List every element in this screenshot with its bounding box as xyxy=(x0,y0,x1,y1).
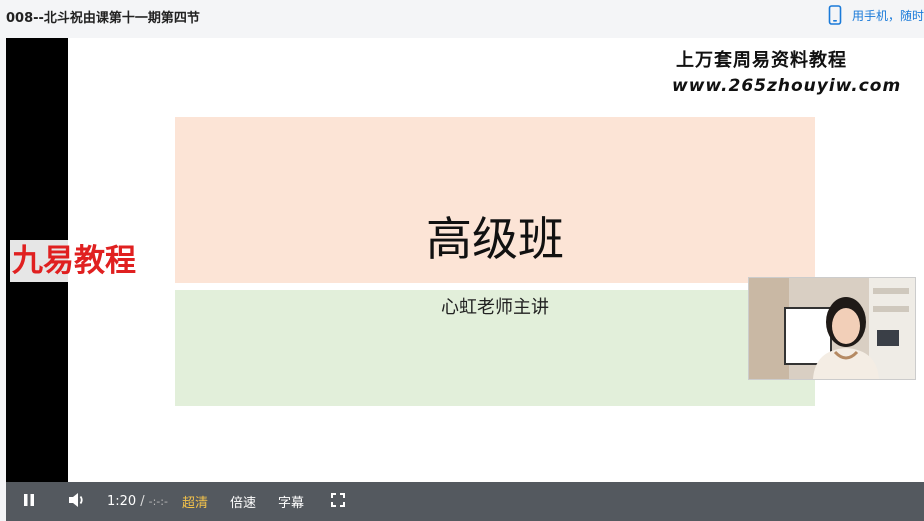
speed-button[interactable]: 倍速 xyxy=(230,482,256,521)
watermark-url: www.265zhouyiw.com xyxy=(672,76,902,96)
watermark-title: 上万套周易资料教程 xyxy=(676,50,847,71)
duration: -:-:- xyxy=(148,495,168,508)
pause-button[interactable] xyxy=(22,482,36,521)
fullscreen-button[interactable] xyxy=(330,482,346,521)
volume-button[interactable] xyxy=(67,482,87,521)
page-title: 008--北斗祝由课第十一期第四节 xyxy=(6,11,200,26)
top-bar: 008--北斗祝由课第十一期第四节 用手机，随时 xyxy=(0,0,924,38)
fullscreen-icon xyxy=(330,492,346,512)
pause-icon xyxy=(22,492,36,512)
current-time: 1:20 xyxy=(107,494,137,509)
phone-icon xyxy=(828,5,842,25)
time-separator: / xyxy=(140,494,145,509)
time-display: 1:20 / -:-:- xyxy=(107,482,168,521)
presenter-image xyxy=(749,278,915,379)
video-player[interactable]: 高级班 心虹老师主讲 上万套周易资料教程 www.265zhouyiw.com … xyxy=(6,38,924,521)
video-frame[interactable]: 高级班 心虹老师主讲 上万套周易资料教程 www.265zhouyiw.com xyxy=(68,38,924,482)
slide-subheading: 心虹老师主讲 xyxy=(441,297,549,318)
mobile-watch-label: 用手机，随时 xyxy=(851,8,924,23)
mobile-watch-link[interactable]: 用手机，随时 xyxy=(828,4,924,26)
slide-heading: 高级班 xyxy=(426,212,564,266)
quality-button[interactable]: 超清 xyxy=(182,482,208,521)
player-controls: 1:20 / -:-:- 超清 倍速 字幕 xyxy=(6,482,924,521)
subtitle-button[interactable]: 字幕 xyxy=(278,482,304,521)
brand-watermark: 九易教程 xyxy=(10,240,168,282)
webcam-overlay xyxy=(748,277,916,380)
volume-icon xyxy=(67,491,87,513)
